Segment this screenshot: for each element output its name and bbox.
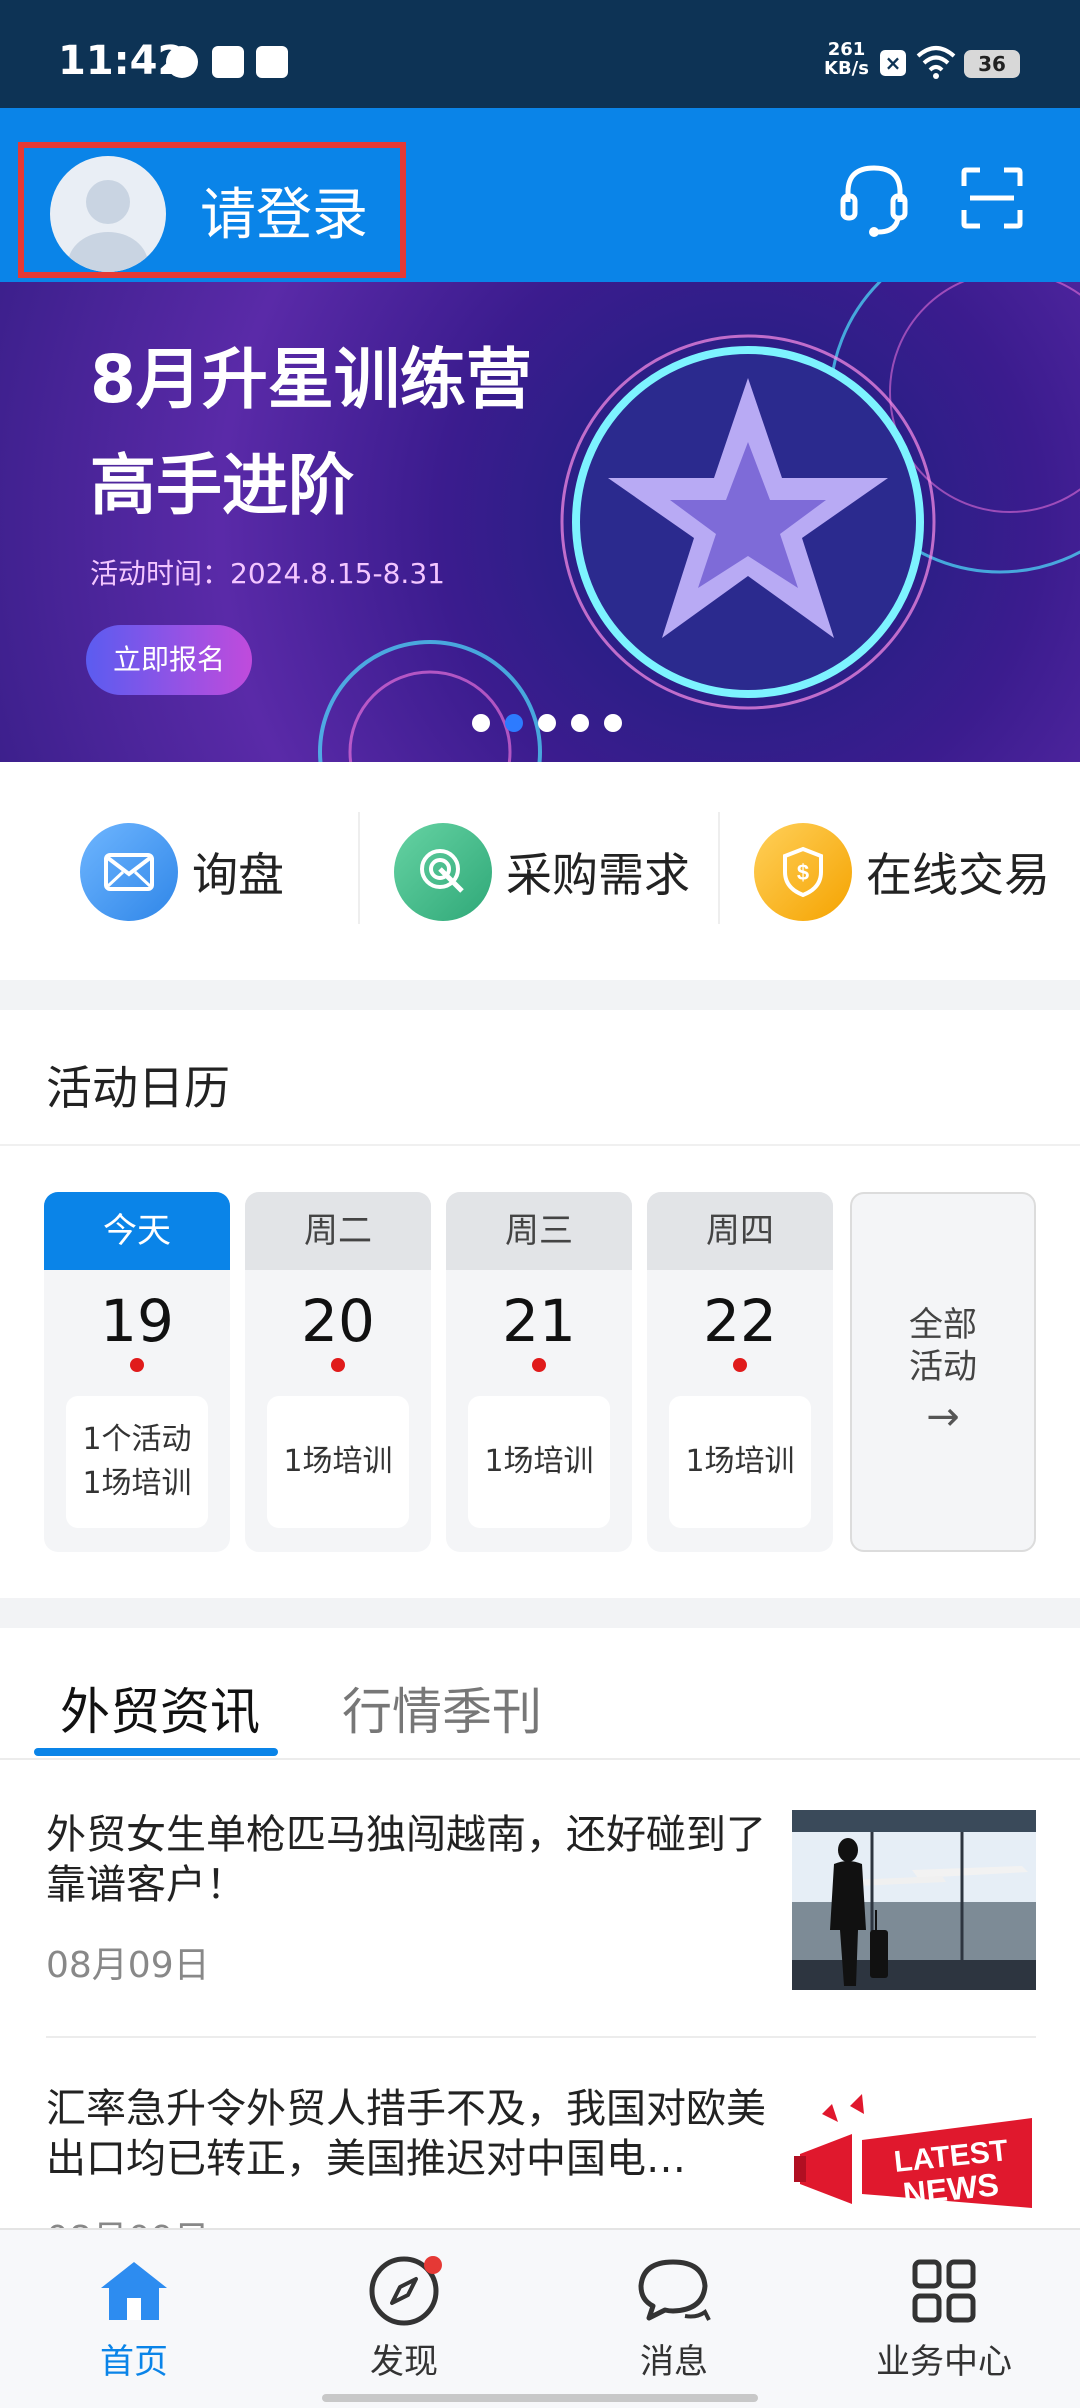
event-dot — [130, 1358, 144, 1372]
grid-icon — [844, 2254, 1044, 2328]
nav-label: 消息 — [640, 2342, 708, 2382]
activity-calendar: 活动日历 今天 19 1个活动 1场培训 周二 20 1场培训 周三 21 1场… — [0, 1010, 1080, 1598]
active-tab-indicator — [34, 1748, 278, 1756]
tab-trade-news[interactable]: 外贸资讯 — [60, 1672, 260, 1744]
inbox-icon — [256, 46, 288, 78]
carousel-dots[interactable] — [472, 712, 632, 732]
day-label: 周二 — [245, 1192, 431, 1270]
day-date: 20 — [301, 1287, 375, 1355]
scan-icon[interactable] — [960, 166, 1024, 230]
day-events: 1场培训 — [468, 1396, 610, 1528]
event-dot — [331, 1358, 345, 1372]
home-icon — [34, 2254, 234, 2328]
wifi-icon — [916, 46, 956, 79]
headset-icon[interactable] — [840, 162, 908, 238]
carousel-dot[interactable] — [472, 713, 490, 732]
carousel-dot[interactable] — [604, 713, 623, 732]
bottom-navigation: 首页 发现 消息 业务中心 — [0, 2228, 1080, 2408]
quick-actions: 询盘 采购需求 $ 在线交易 — [0, 762, 1080, 980]
login-button[interactable]: 请登录 — [18, 142, 406, 278]
envelope-icon — [80, 823, 178, 921]
register-now-button[interactable]: 立即报名 — [86, 625, 252, 695]
quick-action-inquiry[interactable]: 询盘 — [80, 822, 284, 922]
day-events: 1场培训 — [267, 1396, 409, 1528]
airport-traveler-image — [792, 1810, 1036, 1990]
carousel-dot[interactable] — [538, 713, 557, 732]
tab-market-quarterly[interactable]: 行情季刊 — [342, 1672, 542, 1744]
home-indicator[interactable] — [322, 2394, 758, 2402]
all-activities-button[interactable]: 全部 活动 → — [850, 1192, 1036, 1552]
day-label: 周三 — [446, 1192, 632, 1270]
network-speed: 261 KB/s — [824, 40, 869, 78]
day-label: 今天 — [44, 1192, 230, 1270]
divider — [46, 2036, 1036, 2038]
check-circle-icon — [166, 46, 198, 78]
divider — [718, 812, 720, 924]
banner-title-line2: 高手进阶 — [90, 447, 354, 524]
avatar-icon — [50, 156, 166, 272]
day-label: 周四 — [647, 1192, 833, 1270]
chat-bubbles-icon — [574, 2254, 774, 2328]
target-icon — [394, 823, 492, 921]
nav-business-center[interactable]: 业务中心 — [844, 2254, 1044, 2383]
nav-label: 首页 — [100, 2342, 168, 2382]
day-date: 19 — [100, 1287, 174, 1355]
battery-indicator: 36 — [964, 50, 1020, 78]
network-speed-value: 261 — [827, 39, 866, 60]
calendar-day-thu[interactable]: 周四 22 1场培训 — [647, 1192, 833, 1552]
news-date: 08月09日 — [46, 1945, 210, 1986]
calendar-day-wed[interactable]: 周三 21 1场培训 — [446, 1192, 632, 1552]
status-bar: 11:42 261 KB/s × 36 — [0, 0, 1080, 108]
carousel-dot-active[interactable] — [505, 713, 524, 732]
quick-action-trade[interactable]: $ 在线交易 — [754, 822, 1050, 922]
banner-title-line1: 8月升星训练营 — [90, 341, 532, 418]
quick-action-purchase[interactable]: 采购需求 — [394, 822, 690, 922]
nav-messages[interactable]: 消息 — [574, 2254, 774, 2383]
calendar-day-today[interactable]: 今天 19 1个活动 1场培训 — [44, 1192, 230, 1552]
nav-discover[interactable]: 发现 — [304, 2254, 504, 2383]
login-label: 请登录 — [200, 183, 368, 248]
news-title: 汇率急升令外贸人措手不及，我国对欧美出口均已转正，美国推迟对中国电… — [46, 2086, 766, 2182]
arrow-right-icon: → — [926, 1394, 960, 1440]
compass-icon — [304, 2254, 504, 2328]
day-events: 1个活动 1场培训 — [66, 1396, 208, 1528]
notification-badge — [424, 2256, 442, 2274]
banner-date: 活动时间：2024.8.15-8.31 — [90, 557, 445, 590]
latest-news-image: LATEST NEWS — [792, 2084, 1036, 2228]
divider — [358, 812, 360, 924]
promo-banner[interactable]: 8月升星训练营 高手进阶 活动时间：2024.8.15-8.31 立即报名 — [0, 282, 1080, 762]
quick-action-label: 采购需求 — [506, 848, 690, 902]
day-date: 21 — [502, 1287, 576, 1355]
day-date: 22 — [703, 1287, 777, 1355]
day-events: 1场培训 — [669, 1396, 811, 1528]
news-section: 外贸资讯 行情季刊 外贸女生单枪匹马独闯越南，还好碰到了靠谱客户！ 08月09日 — [0, 1628, 1080, 2228]
all-activities-label: 全部 活动 — [909, 1305, 977, 1387]
nav-home[interactable]: 首页 — [34, 2254, 234, 2383]
app-notification-icon — [212, 46, 244, 78]
nav-label: 发现 — [370, 2342, 438, 2382]
svg-text:$: $ — [797, 860, 809, 885]
no-sim-icon: × — [880, 50, 906, 76]
divider — [0, 1144, 1080, 1146]
news-title: 外贸女生单枪匹马独闯越南，还好碰到了靠谱客户！ — [46, 1812, 766, 1908]
network-speed-unit: KB/s — [824, 58, 869, 79]
app-header: 请登录 — [0, 108, 1080, 282]
event-dot — [733, 1358, 747, 1372]
quick-action-label: 在线交易 — [866, 848, 1050, 902]
quick-action-label: 询盘 — [192, 848, 284, 902]
section-title: 活动日历 — [46, 1061, 230, 1115]
event-dot — [532, 1358, 546, 1372]
shield-dollar-icon: $ — [754, 823, 852, 921]
news-date: 08月09日 — [46, 2210, 210, 2228]
divider — [0, 1758, 1080, 1760]
calendar-day-tue[interactable]: 周二 20 1场培训 — [245, 1192, 431, 1552]
nav-label: 业务中心 — [876, 2342, 1012, 2382]
carousel-dot[interactable] — [571, 713, 590, 732]
